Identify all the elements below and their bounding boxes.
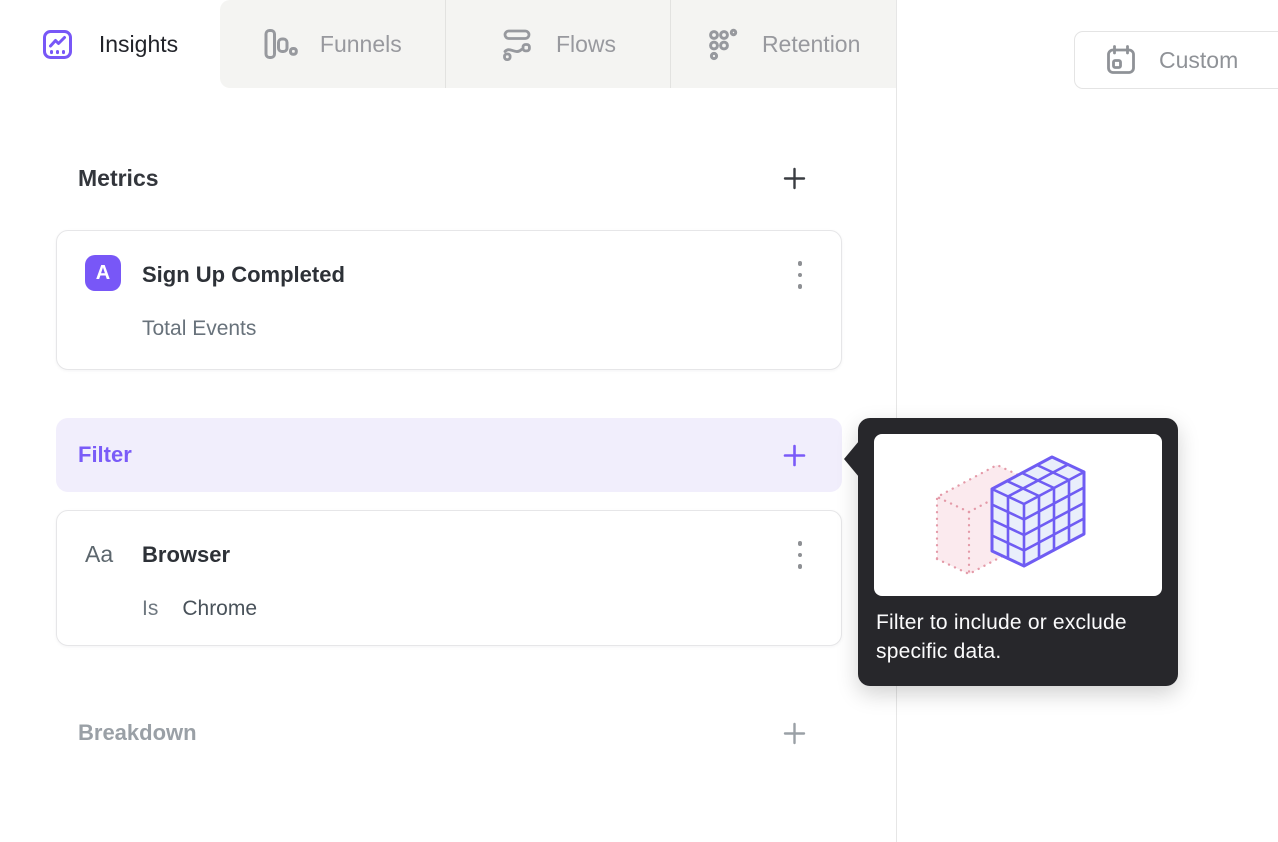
filter-value[interactable]: Chrome (182, 597, 257, 621)
filter-card-browser[interactable]: Aa Browser Is Chrome (56, 510, 842, 646)
metric-card-sign-up-completed[interactable]: A Sign Up Completed Total Events (56, 230, 842, 370)
metrics-title: Metrics (78, 164, 159, 191)
add-metric-button[interactable] (777, 161, 812, 196)
filter-tooltip: Filter to include or exclude specific da… (844, 418, 1178, 686)
filter-property-name: Browser (142, 542, 231, 567)
tab-retention[interactable]: Retention (670, 0, 896, 88)
metrics-section-header: Metrics (56, 156, 842, 200)
filter-operator[interactable]: Is (142, 597, 158, 621)
plus-icon (783, 444, 806, 466)
metric-series-badge: A (85, 255, 121, 291)
plus-icon (783, 167, 806, 189)
tab-flows-label: Flows (555, 30, 617, 57)
flow-icon (500, 28, 534, 61)
date-range-label: Custom (1159, 46, 1239, 73)
breakdown-title: Breakdown (78, 720, 197, 745)
tab-insights[interactable]: Insights (0, 0, 220, 88)
kebab-menu-icon (797, 541, 803, 546)
add-breakdown-button[interactable] (777, 716, 812, 751)
metric-event-name: Sign Up Completed (142, 262, 345, 287)
add-filter-button[interactable] (777, 438, 812, 473)
metric-measure[interactable]: Total Events (142, 317, 256, 341)
metric-card-menu-button[interactable] (785, 255, 815, 295)
plus-icon (783, 722, 806, 744)
kebab-menu-icon (797, 261, 803, 266)
dot-grid-icon (707, 27, 740, 61)
tooltip-illustration-panel (874, 434, 1162, 596)
calendar-icon (1105, 44, 1137, 76)
breakdown-section-header: Breakdown (56, 704, 842, 762)
date-range-custom-button[interactable]: Custom (1074, 31, 1278, 89)
tab-insights-label: Insights (98, 30, 179, 57)
filter-section-row[interactable]: Filter (56, 418, 842, 492)
filter-card-menu-button[interactable] (785, 535, 815, 575)
line-chart-icon (42, 29, 73, 60)
bar-chart-icon (263, 28, 298, 61)
tab-flows[interactable]: Flows (444, 0, 671, 88)
tab-funnels-label: Funnels (319, 30, 402, 57)
tooltip-text: Filter to include or exclude specific da… (876, 611, 1127, 663)
inactive-tab-strip: Funnels Flows Retention (220, 0, 896, 88)
tab-retention-label: Retention (761, 30, 861, 57)
filter-title: Filter (78, 442, 132, 467)
tab-funnels[interactable]: Funnels (220, 0, 445, 88)
string-property-icon: Aa (85, 541, 114, 567)
isometric-cubes-illustration (935, 455, 1086, 576)
tooltip-arrow (844, 441, 859, 477)
